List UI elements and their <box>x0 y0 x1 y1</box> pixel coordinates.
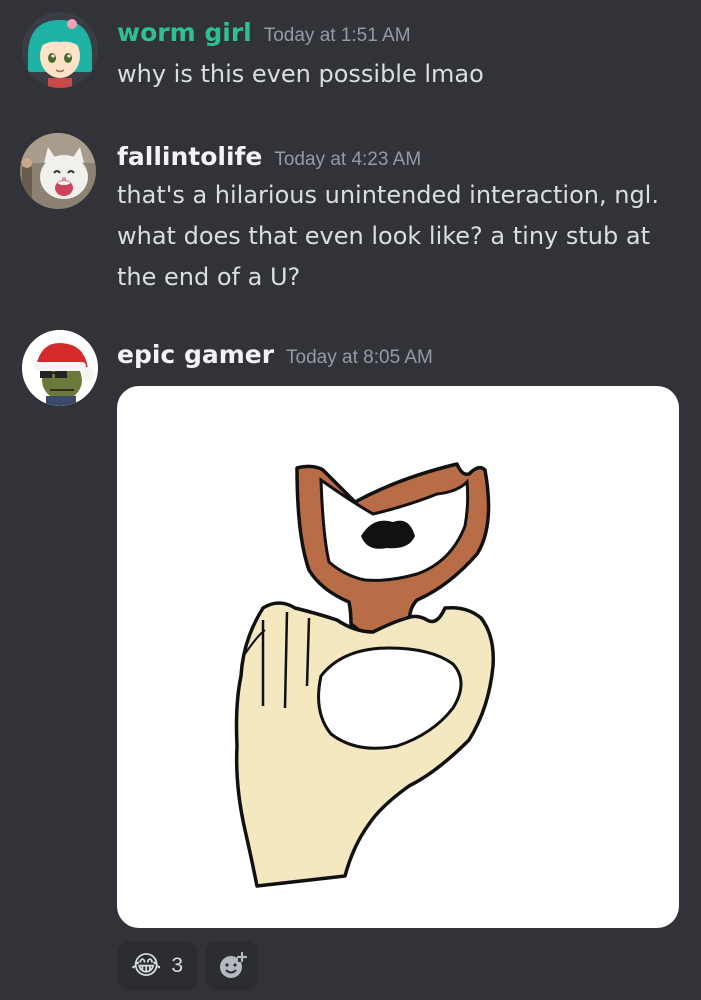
message-text: why is this even possible lmao <box>117 60 484 88</box>
timestamp: Today at 8:05 AM <box>286 347 433 368</box>
message-text: that's a hilarious unintended interactio… <box>117 181 659 291</box>
avatar-epic-gamer[interactable] <box>22 330 98 406</box>
timestamp: Today at 4:23 AM <box>274 149 422 170</box>
reaction-count: 3 <box>171 954 184 977</box>
avatar-worm-girl[interactable] <box>22 12 98 88</box>
add-reaction-button[interactable] <box>205 941 258 991</box>
crying-laughing-emoji-icon: 😂 <box>130 951 162 981</box>
hand-holding-y-object-drawing <box>234 462 495 888</box>
timestamp: Today at 1:51 AM <box>263 25 411 46</box>
image-attachment[interactable] <box>117 386 679 928</box>
username[interactable]: fallintolife <box>117 142 262 171</box>
add-reaction-icon <box>219 951 247 978</box>
laughing-cat-avatar-icon <box>20 133 96 209</box>
avatar-fallintolife[interactable] <box>20 133 96 209</box>
username[interactable]: worm girl <box>117 18 252 47</box>
username[interactable]: epic gamer <box>117 340 274 369</box>
anime-girl-avatar-icon <box>22 12 98 88</box>
reaction-crying-laughing[interactable]: 😂 3 <box>117 941 197 991</box>
santa-hat-zombie-avatar-icon <box>22 330 98 406</box>
